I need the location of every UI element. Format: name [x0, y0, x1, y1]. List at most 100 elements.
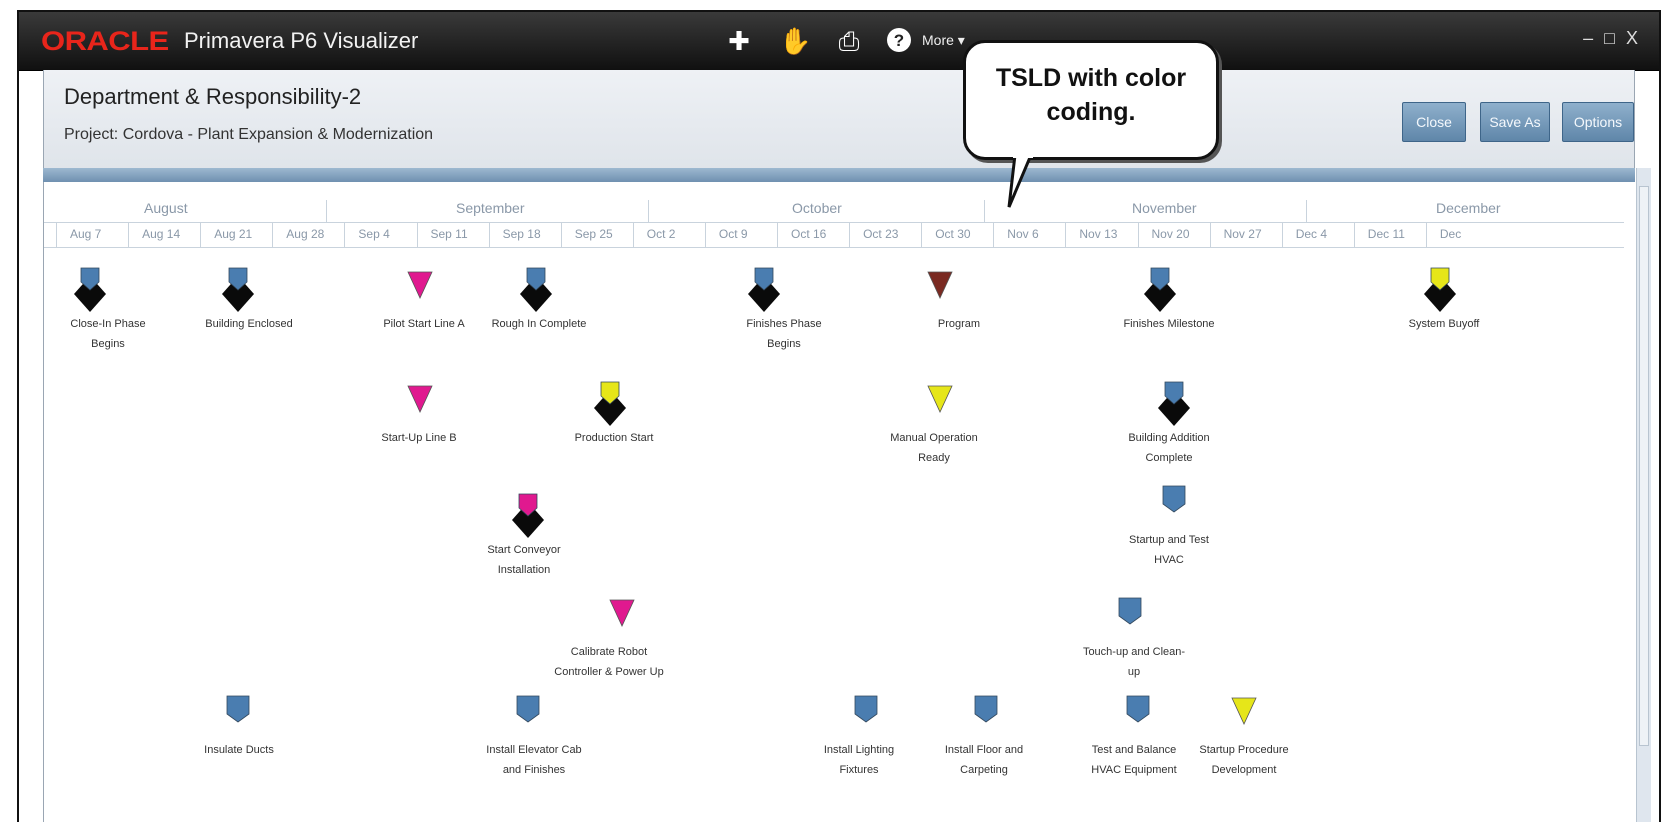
- project-label: Project: Cordova - Plant Expansion & Mod…: [64, 126, 434, 143]
- milestone-icon[interactable]: [602, 594, 642, 646]
- milestone-icon[interactable]: [70, 266, 110, 318]
- month-divider: [1306, 200, 1307, 222]
- week-label: Sep 18: [502, 227, 541, 241]
- week-label: Dec 4: [1295, 227, 1328, 241]
- help-icon[interactable]: ?: [884, 26, 914, 56]
- annotation-callout: TSLD with color coding.: [963, 40, 1219, 160]
- month-divider: [326, 200, 327, 222]
- milestone-icon[interactable]: [846, 692, 886, 744]
- milestone-label[interactable]: Program: [904, 314, 1014, 334]
- week-label: Nov 27: [1223, 227, 1262, 241]
- week-divider: [416, 223, 418, 247]
- options-button[interactable]: Options: [1562, 102, 1634, 142]
- visualizer-window: ORACLE Primavera P6 Visualizer ✚ ✋ ⎙ ? M…: [17, 10, 1661, 822]
- milestone-label[interactable]: Install Elevator Cab and Finishes: [464, 740, 604, 780]
- oracle-logo: ORACLE: [41, 26, 169, 56]
- milestone-label[interactable]: Production Start: [554, 428, 674, 448]
- milestone-label[interactable]: Startup Procedure Development: [1194, 740, 1294, 780]
- title-bar: ORACLE Primavera P6 Visualizer ✚ ✋ ⎙ ? M…: [19, 12, 1659, 71]
- month-divider: [984, 200, 985, 222]
- week-divider: [921, 223, 923, 247]
- print-icon[interactable]: ⎙: [834, 26, 864, 56]
- month-scale: August September October November December: [44, 200, 1624, 222]
- week-divider: [993, 223, 995, 247]
- milestone-label[interactable]: Finishes Phase Begins: [724, 314, 844, 354]
- week-label: Sep 4: [358, 227, 390, 241]
- week-divider: [56, 223, 57, 247]
- milestone-label[interactable]: Calibrate Robot Controller & Power Up: [544, 642, 674, 682]
- milestone-label[interactable]: Building Enclosed: [184, 314, 314, 334]
- milestone-icon[interactable]: [1154, 380, 1194, 432]
- window-controls[interactable]: – □ X: [1583, 28, 1641, 49]
- month-label: September: [456, 200, 525, 216]
- milestone-icon[interactable]: [400, 266, 440, 318]
- header-separator: [43, 168, 1635, 182]
- month-label: December: [1436, 200, 1501, 216]
- week-divider: [560, 223, 562, 247]
- week-label: Oct 16: [791, 227, 827, 241]
- add-icon[interactable]: ✚: [724, 26, 754, 56]
- milestone-icon[interactable]: [218, 692, 258, 744]
- milestone-label[interactable]: Install Lighting Fixtures: [804, 740, 914, 780]
- week-label: Aug 28: [286, 227, 325, 241]
- milestone-icon[interactable]: [516, 266, 556, 318]
- layout-title: Department & Responsibility-2: [64, 84, 362, 109]
- week-label: Oct 9: [718, 227, 748, 241]
- week-label: Aug 7: [70, 227, 102, 241]
- milestone-icon[interactable]: [1224, 692, 1264, 744]
- milestone-icon[interactable]: [1154, 482, 1194, 534]
- save-as-button[interactable]: Save As: [1480, 102, 1550, 142]
- milestone-label[interactable]: Close-In Phase Begins: [38, 314, 178, 354]
- milestone-icon[interactable]: [1110, 594, 1150, 646]
- milestone-icon[interactable]: [400, 380, 440, 432]
- week-label: Dec 11: [1367, 227, 1405, 241]
- week-divider: [272, 223, 274, 247]
- milestone-label[interactable]: Start Conveyor Installation: [469, 540, 579, 580]
- milestone-label[interactable]: Insulate Ducts: [184, 740, 294, 760]
- week-label: Oct 2: [646, 227, 676, 241]
- milestone-label[interactable]: Manual Operation Ready: [874, 428, 994, 468]
- milestone-icon[interactable]: [920, 380, 960, 432]
- month-divider: [648, 200, 649, 222]
- week-divider: [1065, 223, 1067, 247]
- week-label: Dec: [1439, 227, 1462, 241]
- milestone-icon[interactable]: [744, 266, 784, 318]
- milestone-icon[interactable]: [966, 692, 1006, 744]
- milestone-icon[interactable]: [1420, 266, 1460, 318]
- milestone-label[interactable]: Pilot Start Line A: [374, 314, 474, 334]
- milestone-label[interactable]: Test and Balance HVAC Equipment: [1074, 740, 1194, 780]
- milestone-icon[interactable]: [218, 266, 258, 318]
- week-label: Oct 23: [863, 227, 899, 241]
- milestone-icon[interactable]: [508, 692, 548, 744]
- week-label: Oct 30: [935, 227, 971, 241]
- milestone-label[interactable]: Rough In Complete: [474, 314, 604, 334]
- week-divider: [1353, 223, 1355, 247]
- milestone-icon[interactable]: [1140, 266, 1180, 318]
- week-label: Nov 20: [1151, 227, 1190, 241]
- milestone-label[interactable]: Start-Up Line B: [364, 428, 474, 448]
- week-label: Aug 14: [142, 227, 181, 241]
- week-divider: [1209, 223, 1211, 247]
- milestone-label[interactable]: Building Addition Complete: [1114, 428, 1224, 468]
- more-menu[interactable]: More ▾: [922, 32, 965, 49]
- milestone-icon[interactable]: [920, 266, 960, 318]
- tsld-chart: August September October November December A…: [43, 182, 1634, 822]
- vertical-scrollbar[interactable]: [1636, 168, 1651, 822]
- milestone-label[interactable]: Startup and Test HVAC: [1114, 530, 1224, 570]
- scrollbar-thumb[interactable]: [1639, 186, 1649, 746]
- week-divider: [1137, 223, 1139, 247]
- week-label: Aug 21: [214, 227, 253, 241]
- close-button[interactable]: Close: [1402, 102, 1466, 142]
- week-divider: [1425, 223, 1427, 247]
- milestone-label[interactable]: System Buyoff: [1384, 314, 1504, 334]
- milestone-label[interactable]: Install Floor and Carpeting: [924, 740, 1044, 780]
- milestone-icon[interactable]: [590, 380, 630, 432]
- callout-tail: [1007, 155, 1033, 208]
- pan-hand-icon[interactable]: ✋: [779, 26, 811, 56]
- milestone-icon[interactable]: [1118, 692, 1158, 744]
- week-scale: Aug 7 Aug 14 Aug 21 Aug 28 Sep 4 Sep 11 Sep 18…: [44, 222, 1624, 248]
- milestone-label[interactable]: Touch-up and Clean- up: [1074, 642, 1194, 682]
- month-label: November: [1132, 200, 1197, 216]
- milestone-icon[interactable]: [508, 492, 548, 544]
- milestone-label[interactable]: Finishes Milestone: [1104, 314, 1234, 334]
